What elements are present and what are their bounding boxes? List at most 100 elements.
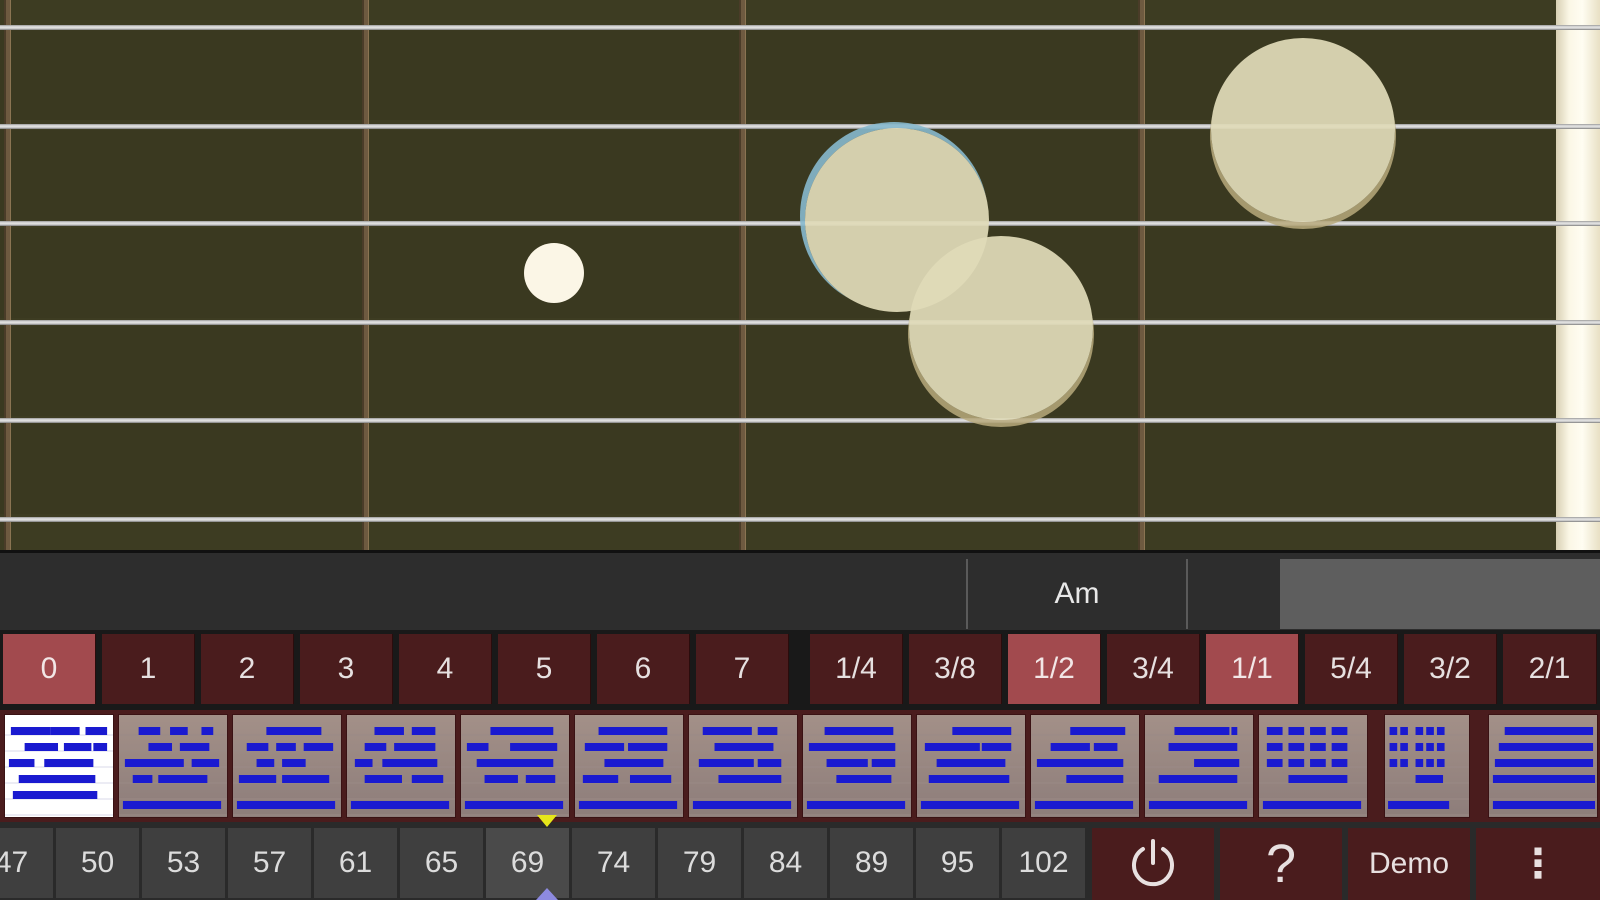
pattern-note-bar [1415, 775, 1444, 783]
duration-button-3-2[interactable]: 3/2 [1404, 634, 1497, 704]
strum-pattern-12[interactable] [1258, 714, 1368, 818]
strum-pattern-glyph [575, 727, 683, 816]
pattern-note-bar [124, 759, 184, 767]
strum-pattern-glyph [917, 727, 1025, 816]
strum-pattern-glyph [1489, 727, 1597, 816]
pattern-note-bar [24, 743, 59, 751]
strum-pattern-5[interactable] [460, 714, 570, 818]
pattern-note-bar [256, 759, 275, 767]
number-button-6[interactable]: 6 [597, 634, 690, 704]
pattern-note-bar [578, 801, 678, 809]
pattern-note-bar [1174, 727, 1230, 735]
guitar-string-5[interactable] [0, 418, 1600, 423]
tempo-button-61[interactable]: 61 [314, 828, 399, 898]
tempo-button-89[interactable]: 89 [830, 828, 915, 898]
pattern-note-bar [1494, 759, 1594, 767]
fret-lane [0, 326, 1560, 416]
tempo-button-65[interactable]: 65 [400, 828, 485, 898]
pattern-note-bar [276, 743, 296, 751]
help-button[interactable]: ? [1220, 828, 1342, 900]
strum-pattern-10[interactable] [1030, 714, 1140, 818]
tempo-button-74[interactable]: 74 [572, 828, 657, 898]
duration-button-1-1[interactable]: 1/1 [1206, 634, 1299, 704]
duration-button-5-4[interactable]: 5/4 [1305, 634, 1398, 704]
pattern-note-bar [374, 727, 404, 735]
pattern-note-bar [1426, 743, 1434, 751]
pattern-note-bar [484, 775, 518, 783]
duration-button-3-8[interactable]: 3/8 [909, 634, 1002, 704]
duration-button-1-2[interactable]: 1/2 [1008, 634, 1101, 704]
pattern-note-bar [158, 775, 208, 783]
strum-pattern-4[interactable] [346, 714, 456, 818]
number-button-3[interactable]: 3 [300, 634, 393, 704]
number-button-0[interactable]: 0 [3, 634, 96, 704]
overflow-menu-button[interactable]: ⋮ [1476, 828, 1600, 900]
fret-lane [0, 424, 1560, 514]
tempo-button-95[interactable]: 95 [916, 828, 1001, 898]
chord-scroll-track[interactable] [1280, 559, 1600, 629]
number-button-5[interactable]: 5 [498, 634, 591, 704]
number-button-2[interactable]: 2 [201, 634, 294, 704]
tempo-button-69[interactable]: 69 [486, 828, 571, 898]
tempo-button-79[interactable]: 79 [658, 828, 743, 898]
pattern-note-bar [1310, 727, 1326, 735]
strum-pattern-13[interactable] [1384, 714, 1470, 818]
chord-name-display[interactable]: Am [966, 559, 1188, 629]
strum-pattern-8[interactable] [802, 714, 912, 818]
pattern-note-bar [628, 743, 668, 751]
demo-button[interactable]: Demo [1348, 828, 1470, 900]
duration-button-3-4[interactable]: 3/4 [1107, 634, 1200, 704]
tempo-button-102[interactable]: 102 [1002, 828, 1087, 898]
pattern-note-bar [1034, 801, 1134, 809]
strum-pattern-glyph [347, 727, 455, 816]
power-button[interactable] [1092, 828, 1214, 900]
pattern-note-bar [1492, 775, 1596, 783]
pattern-note-bar [179, 743, 210, 751]
number-button-4[interactable]: 4 [399, 634, 492, 704]
strum-pattern-glyph [1259, 727, 1367, 816]
pattern-note-bar [584, 743, 625, 751]
pattern-note-bar [757, 759, 782, 767]
guitar-string-1[interactable] [0, 25, 1600, 30]
strum-pattern-glyph [1385, 727, 1469, 816]
tempo-button-53[interactable]: 53 [142, 828, 227, 898]
pattern-note-bar [464, 801, 564, 809]
pattern-note-bar [582, 775, 619, 783]
pattern-note-bar [1492, 801, 1596, 809]
pattern-note-bar [692, 801, 792, 809]
pattern-note-bar [604, 759, 664, 767]
strum-pattern-11[interactable] [1144, 714, 1254, 818]
pattern-note-bar [1158, 775, 1238, 783]
tempo-button-57[interactable]: 57 [228, 828, 313, 898]
strum-pattern-6[interactable] [574, 714, 684, 818]
pattern-note-bar [490, 727, 554, 735]
pattern-note-bar [354, 759, 373, 767]
guitar-string-6[interactable] [0, 517, 1600, 522]
pattern-note-bar [364, 775, 402, 783]
strum-pattern-2[interactable] [118, 714, 228, 818]
pattern-note-bar [1389, 759, 1398, 767]
pattern-note-bar [170, 727, 188, 735]
duration-button-1-4[interactable]: 1/4 [810, 634, 903, 704]
guitar-string-3[interactable] [0, 221, 1600, 226]
tempo-button-47[interactable]: 47 [0, 828, 55, 898]
tempo-button-50[interactable]: 50 [56, 828, 141, 898]
finger-touch-indicator [1211, 38, 1395, 222]
pattern-note-bar [1050, 743, 1090, 751]
strum-pattern-14[interactable] [1488, 714, 1598, 818]
strum-pattern-glyph [689, 727, 797, 816]
pattern-note-bar [1288, 743, 1305, 751]
tempo-button-84[interactable]: 84 [744, 828, 829, 898]
number-button-1[interactable]: 1 [102, 634, 195, 704]
duration-button-2-1[interactable]: 2/1 [1503, 634, 1597, 704]
strum-pattern-1[interactable] [4, 714, 114, 818]
pattern-note-bar [871, 759, 896, 767]
guitar-string-4[interactable] [0, 320, 1600, 325]
fretboard[interactable] [0, 0, 1600, 550]
strum-pattern-9[interactable] [916, 714, 1026, 818]
pattern-note-bar [1148, 801, 1248, 809]
pattern-note-bar [10, 727, 51, 735]
strum-pattern-7[interactable] [688, 714, 798, 818]
number-button-7[interactable]: 7 [696, 634, 789, 704]
strum-pattern-3[interactable] [232, 714, 342, 818]
